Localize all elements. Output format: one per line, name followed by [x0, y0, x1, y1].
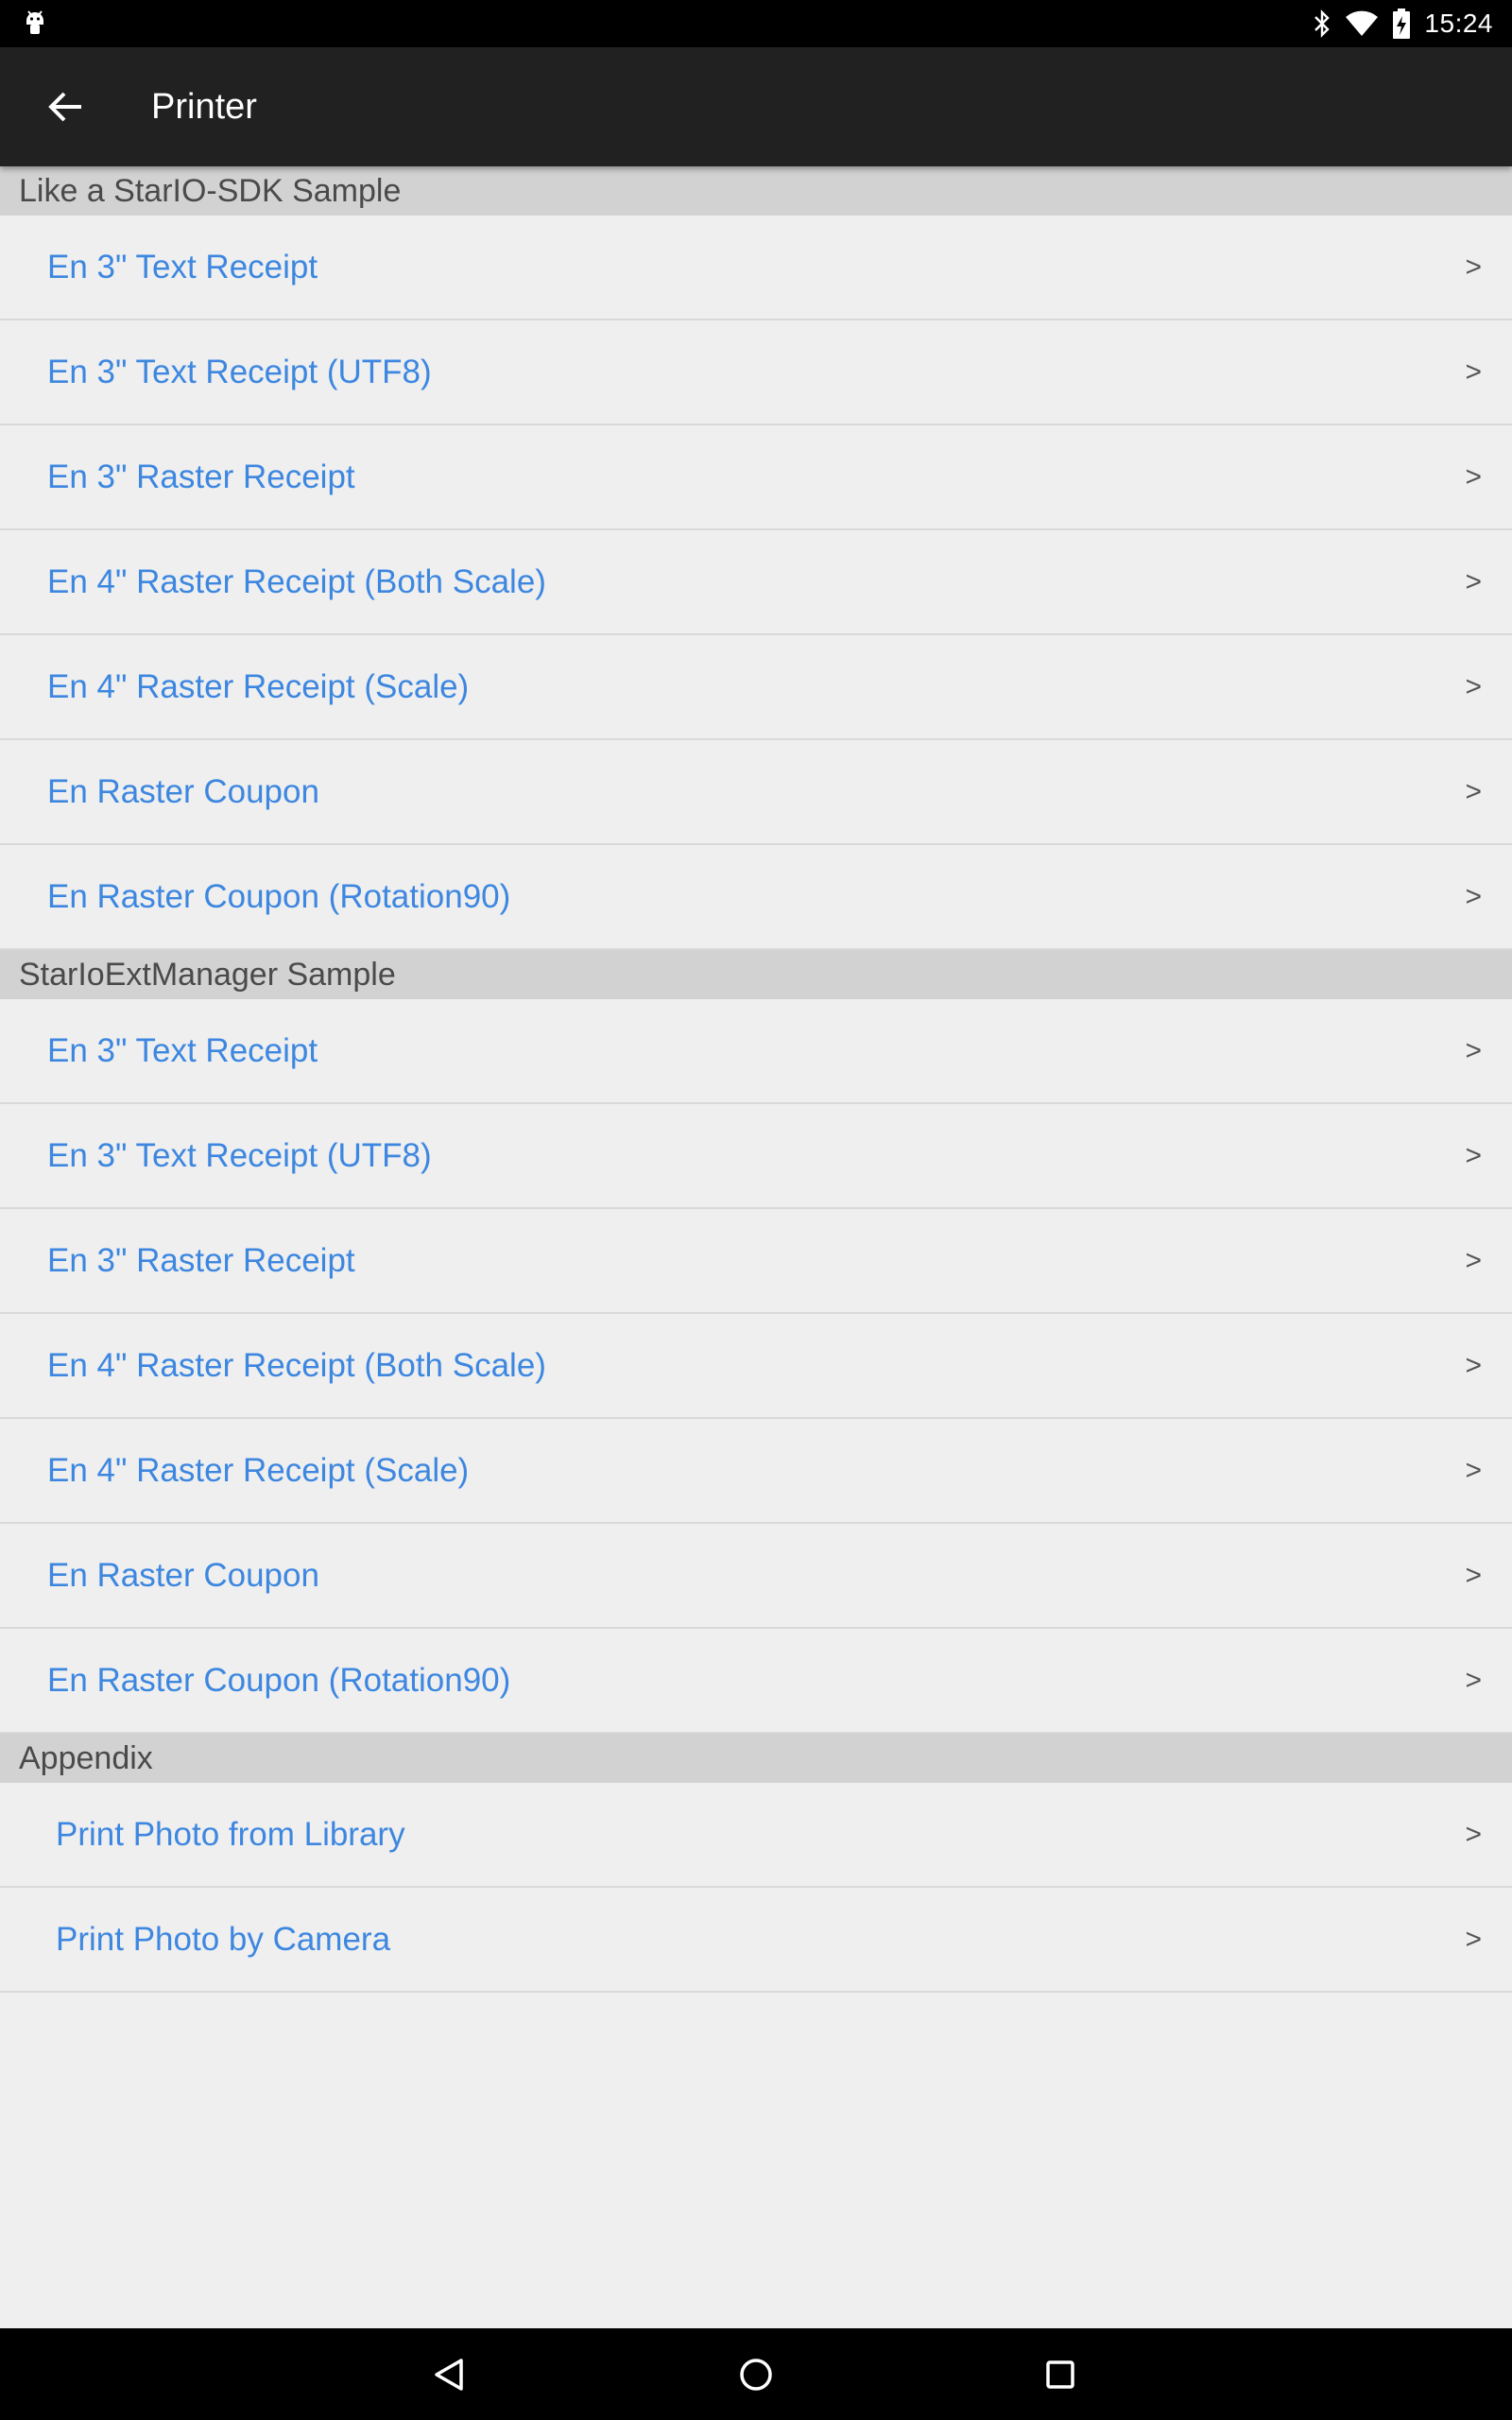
system-nav-bar: [0, 2328, 1512, 2420]
chevron-right-icon: >: [1465, 1245, 1482, 1276]
section-header-appendix: Appendix: [0, 1734, 1512, 1783]
chevron-right-icon: >: [1465, 461, 1482, 493]
nav-recents-button[interactable]: [1004, 2328, 1117, 2420]
list-item[interactable]: En 4" Raster Receipt (Both Scale) >: [0, 530, 1512, 635]
list-item[interactable]: Print Photo from Library >: [0, 1783, 1512, 1888]
chevron-right-icon: >: [1465, 671, 1482, 702]
list-item[interactable]: En Raster Coupon (Rotation90) >: [0, 1629, 1512, 1734]
list-item-label: En 4" Raster Receipt (Both Scale): [47, 1347, 546, 1384]
list-item-label: En Raster Coupon: [47, 773, 319, 810]
chevron-right-icon: >: [1465, 776, 1482, 807]
list-item-label: En 4" Raster Receipt (Scale): [47, 1452, 470, 1489]
chevron-right-icon: >: [1465, 881, 1482, 912]
nav-back-button[interactable]: [393, 2328, 507, 2420]
status-time: 15:24: [1424, 9, 1493, 38]
list-item-label: Print Photo by Camera: [56, 1921, 391, 1958]
wifi-icon: [1346, 10, 1379, 36]
chevron-right-icon: >: [1465, 1665, 1482, 1696]
list-item-label: En 4" Raster Receipt (Scale): [47, 668, 470, 705]
list-item-label: En Raster Coupon (Rotation90): [47, 878, 511, 915]
list-item-label: En Raster Coupon (Rotation90): [47, 1662, 511, 1699]
nav-home-button[interactable]: [699, 2328, 813, 2420]
list-item[interactable]: En 4" Raster Receipt (Scale) >: [0, 635, 1512, 740]
list-item[interactable]: En 3" Text Receipt >: [0, 999, 1512, 1104]
list-item[interactable]: En 4" Raster Receipt (Both Scale) >: [0, 1314, 1512, 1419]
list-item[interactable]: En 3" Text Receipt (UTF8) >: [0, 1104, 1512, 1209]
chevron-right-icon: >: [1465, 251, 1482, 283]
app-bar: Printer: [0, 47, 1512, 166]
list-item[interactable]: En 3" Text Receipt >: [0, 216, 1512, 320]
status-bar: 15:24: [0, 0, 1512, 47]
list-item-label: En 3" Raster Receipt: [47, 1242, 355, 1279]
section-header-stario-ext-manager: StarIoExtManager Sample: [0, 950, 1512, 999]
chevron-right-icon: >: [1465, 1819, 1482, 1850]
section-header-stario-sdk: Like a StarIO-SDK Sample: [0, 166, 1512, 216]
chevron-right-icon: >: [1465, 356, 1482, 388]
chevron-right-icon: >: [1465, 1455, 1482, 1486]
nav-back-icon: [435, 2358, 463, 2391]
list-item-label: En 3" Text Receipt: [47, 1032, 318, 1069]
list-item-label: En 3" Raster Receipt: [47, 458, 355, 495]
list-item[interactable]: En Raster Coupon (Rotation90) >: [0, 845, 1512, 950]
nav-recents-icon: [1046, 2360, 1074, 2389]
list-item-label: En 3" Text Receipt (UTF8): [47, 354, 432, 390]
list-item[interactable]: En Raster Coupon >: [0, 1524, 1512, 1629]
list-item[interactable]: Print Photo by Camera >: [0, 1888, 1512, 1993]
chevron-right-icon: >: [1465, 1560, 1482, 1591]
list-item[interactable]: En 3" Text Receipt (UTF8) >: [0, 320, 1512, 425]
chevron-right-icon: >: [1465, 566, 1482, 597]
list-item[interactable]: En 3" Raster Receipt >: [0, 425, 1512, 530]
battery-icon: [1393, 9, 1411, 39]
chevron-right-icon: >: [1465, 1350, 1482, 1381]
list-item[interactable]: En Raster Coupon >: [0, 740, 1512, 845]
list-item-label: En 4" Raster Receipt (Both Scale): [47, 563, 546, 600]
list-item-label: En 3" Text Receipt: [47, 249, 318, 285]
sample-list: Like a StarIO-SDK Sample En 3" Text Rece…: [0, 166, 1512, 1993]
list-item-label: En 3" Text Receipt (UTF8): [47, 1137, 432, 1174]
nav-home-icon: [740, 2358, 772, 2391]
list-item-label: Print Photo from Library: [56, 1816, 405, 1853]
chevron-right-icon: >: [1465, 1924, 1482, 1955]
list-item[interactable]: En 4" Raster Receipt (Scale) >: [0, 1419, 1512, 1524]
chevron-right-icon: >: [1465, 1035, 1482, 1066]
back-arrow-icon[interactable]: [38, 78, 94, 135]
list-item-label: En Raster Coupon: [47, 1557, 319, 1594]
bluetooth-icon: [1314, 9, 1331, 38]
android-debug-icon: [26, 10, 43, 34]
chevron-right-icon: >: [1465, 1140, 1482, 1171]
list-item[interactable]: En 3" Raster Receipt >: [0, 1209, 1512, 1314]
page-title: Printer: [151, 87, 257, 127]
